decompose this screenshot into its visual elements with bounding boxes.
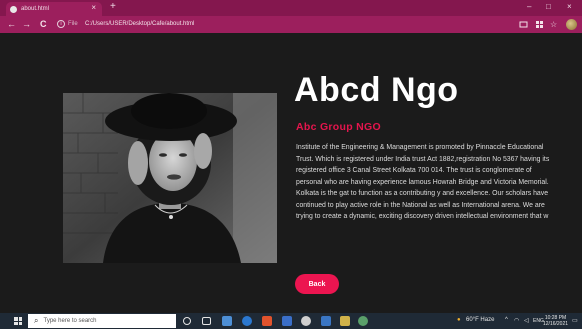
url-field[interactable]: C:/Users/USER/Desktop/Cafe/about.html (85, 21, 194, 27)
info-icon[interactable]: i (57, 20, 65, 28)
close-tab-icon[interactable]: × (91, 4, 96, 12)
weather-icon[interactable]: ● (457, 317, 461, 323)
page-content: Abcd Ngo Abc Group NGO Institute of the … (0, 33, 582, 313)
collections-icon[interactable] (535, 20, 544, 31)
minimize-icon[interactable]: – (527, 3, 531, 11)
window-close-icon[interactable]: × (567, 3, 572, 11)
page-subtitle: Abc Group NGO (296, 121, 381, 133)
reload-icon[interactable]: C (40, 19, 47, 29)
back-arrow-icon[interactable]: ← (7, 19, 16, 29)
settings-app-icon[interactable] (282, 316, 292, 326)
tab-title: about.html (21, 6, 50, 12)
chrome-icon[interactable] (301, 316, 311, 326)
chevron-up-icon[interactable]: ^ (505, 317, 508, 323)
app-icon[interactable] (358, 316, 368, 326)
notification-icon[interactable]: ▭ (572, 317, 578, 324)
tab-strip: about.html × + – □ × (0, 0, 582, 16)
cortana-icon[interactable] (183, 317, 191, 325)
windows-start-icon[interactable] (14, 317, 22, 325)
about-description: Institute of the Engineering & Managemen… (296, 144, 550, 220)
back-button[interactable]: Back (295, 274, 339, 294)
address-bar: ← → C i File C:/Users/USER/Desktop/Cafe/… (0, 16, 582, 33)
portrait-photo (63, 93, 277, 263)
forward-arrow-icon[interactable]: → (22, 19, 31, 29)
weather-text[interactable]: 60°F Haze (466, 317, 494, 323)
taskbar: ⌕ Type here to search ● 60°F Haze ^ ◠ ◁ … (0, 313, 582, 329)
brave-icon[interactable] (262, 316, 272, 326)
search-icon: ⌕ (34, 316, 39, 325)
calculator-icon[interactable] (222, 316, 232, 326)
vscode-icon[interactable] (321, 316, 331, 326)
file-explorer-icon[interactable] (340, 316, 350, 326)
file-scheme-label: File (68, 21, 78, 27)
taskbar-search-box[interactable]: ⌕ Type here to search (28, 314, 176, 328)
new-tab-icon[interactable]: + (110, 2, 116, 12)
profile-avatar[interactable] (566, 19, 577, 30)
search-placeholder: Type here to search (43, 318, 97, 324)
read-aloud-icon[interactable] (519, 20, 528, 31)
volume-icon[interactable]: ◁ (524, 317, 529, 324)
clock[interactable]: 10:28 PM 12/16/2021 (543, 315, 568, 327)
edge-icon[interactable] (242, 316, 252, 326)
network-icon[interactable]: ◠ (514, 317, 519, 324)
browser-tab[interactable]: about.html × (6, 2, 102, 16)
clock-date: 12/16/2021 (543, 321, 569, 327)
task-view-icon[interactable] (202, 317, 211, 325)
globe-icon (10, 5, 17, 13)
star-icon[interactable]: ☆ (550, 20, 557, 29)
page-title: Abcd Ngo (294, 71, 459, 109)
maximize-icon[interactable]: □ (546, 3, 551, 11)
